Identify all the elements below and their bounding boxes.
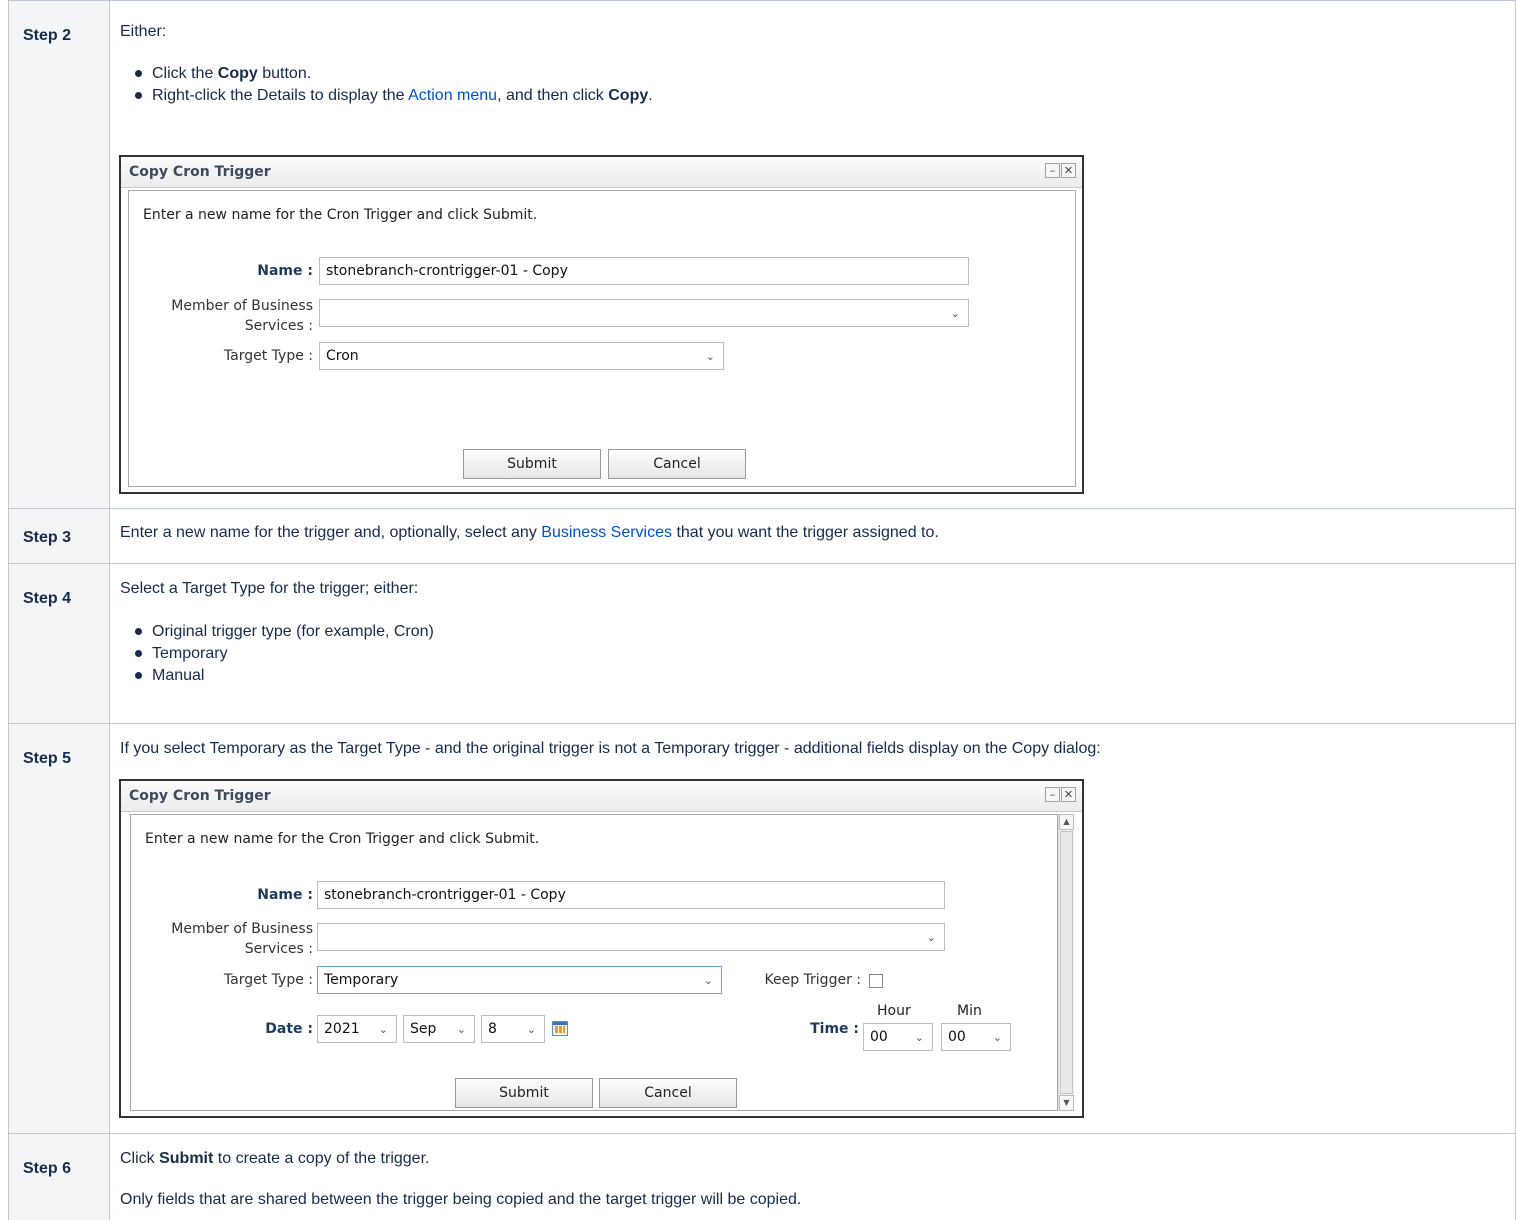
action-menu-link[interactable]: Action menu [408,87,497,104]
submit-button[interactable]: Submit [463,449,601,479]
keep-trigger-checkbox[interactable] [869,974,883,988]
dialog-instructions: Enter a new name for the Cron Trigger an… [145,831,540,847]
member-label: Member of Business Services : [171,298,313,334]
time-label: Time : [810,1021,859,1037]
list-item: Original trigger type (for example, Cron… [132,621,434,643]
name-input[interactable]: stonebranch-crontrigger-01 - Copy [317,881,945,909]
dialog-title-bar: Copy Cron Trigger – ✕ [121,157,1082,188]
name-input[interactable]: stonebranch-crontrigger-01 - Copy [319,257,969,285]
step-text: Enter a new name for the trigger and, op… [120,524,939,541]
chevron-down-icon: ⌄ [456,1023,466,1036]
step-body: Enter a new name for the trigger and, op… [109,508,1516,564]
scroll-thumb[interactable] [1060,831,1073,1094]
step-body: Select a Target Type for the trigger; ei… [109,563,1516,724]
chevron-down-icon: ⌄ [526,1023,536,1036]
dialog-instructions: Enter a new name for the Cron Trigger an… [143,207,538,223]
chevron-down-icon: ⌄ [705,350,715,363]
target-type-label: Target Type : [223,972,313,988]
hour-select[interactable]: 00 ⌄ [863,1023,933,1051]
close-button[interactable]: ✕ [1061,787,1076,802]
dialog-body: Enter a new name for the Cron Trigger an… [130,814,1058,1111]
scroll-down-icon[interactable]: ▼ [1059,1095,1074,1111]
min-label: Min [957,1003,982,1019]
chevron-down-icon: ⌄ [992,1031,1002,1044]
month-select[interactable]: Sep ⌄ [403,1015,475,1043]
chevron-down-icon: ⌄ [950,307,960,320]
dialog-title: Copy Cron Trigger [129,788,271,804]
calendar-icon[interactable] [552,1021,568,1036]
list-item: Click the Copy button. [132,63,653,85]
business-services-select[interactable]: ⌄ [319,299,969,327]
target-type-select[interactable]: Cron ⌄ [319,342,724,370]
dialog-title: Copy Cron Trigger [129,164,271,180]
chevron-down-icon: ⌄ [914,1031,924,1044]
hour-label: Hour [877,1003,911,1019]
list-item: Temporary [132,643,434,665]
step-row: Step 4 Select a Target Type for the trig… [8,563,1516,724]
list-item: Manual [132,665,434,687]
chevron-down-icon: ⌄ [926,931,936,944]
copy-trigger-dialog-temporary: Copy Cron Trigger – ✕ Enter a new name f… [119,779,1084,1118]
dialog-body: Enter a new name for the Cron Trigger an… [128,190,1076,487]
step-text: Click Submit to create a copy of the tri… [120,1150,430,1167]
year-select[interactable]: 2021 ⌄ [317,1015,397,1043]
copy-trigger-dialog: Copy Cron Trigger – ✕ Enter a new name f… [119,155,1084,494]
name-label: Name : [257,263,313,279]
vertical-scrollbar[interactable]: ▲ ▼ [1058,814,1074,1111]
step-body: Click Submit to create a copy of the tri… [109,1133,1516,1220]
step-label: Step 6 [8,1133,110,1220]
keep-trigger-label: Keep Trigger : [764,972,862,988]
step-label: Step 2 [8,0,110,509]
target-type-label: Target Type : [223,348,313,364]
step-intro: Either: [120,23,167,40]
step-label: Step 5 [8,723,110,1134]
submit-button[interactable]: Submit [455,1078,593,1108]
step-row: Step 6 Click Submit to create a copy of … [8,1133,1516,1220]
step-text: If you select Temporary as the Target Ty… [120,740,1101,757]
dialog-title-bar: Copy Cron Trigger – ✕ [121,781,1082,812]
minute-select[interactable]: 00 ⌄ [941,1023,1011,1051]
window-controls: – ✕ [1044,787,1076,802]
scroll-up-icon[interactable]: ▲ [1059,814,1074,830]
chevron-down-icon: ⌄ [378,1023,388,1036]
step-label: Step 3 [8,508,110,564]
step-note: Only fields that are shared between the … [120,1191,802,1208]
window-controls: – ✕ [1044,163,1076,178]
chevron-down-icon: ⌄ [703,974,713,987]
target-type-select[interactable]: Temporary ⌄ [317,966,722,994]
member-label: Member of Business Services : [171,921,313,957]
close-button[interactable]: ✕ [1061,163,1076,178]
cancel-button[interactable]: Cancel [599,1078,737,1108]
date-label: Date : [265,1021,313,1037]
bullet-list: Original trigger type (for example, Cron… [132,621,434,687]
cancel-button[interactable]: Cancel [608,449,746,479]
step-label: Step 4 [8,563,110,724]
business-services-link[interactable]: Business Services [541,524,672,541]
step-row: Step 3 Enter a new name for the trigger … [8,508,1516,564]
bullet-list: Click the Copy button. Right-click the D… [132,63,653,107]
minimize-button[interactable]: – [1045,787,1060,802]
list-item: Right-click the Details to display the A… [132,85,653,107]
minimize-button[interactable]: – [1045,163,1060,178]
business-services-select[interactable]: ⌄ [317,923,945,951]
day-select[interactable]: 8 ⌄ [481,1015,545,1043]
step-intro: Select a Target Type for the trigger; ei… [120,580,419,597]
name-label: Name : [257,887,313,903]
